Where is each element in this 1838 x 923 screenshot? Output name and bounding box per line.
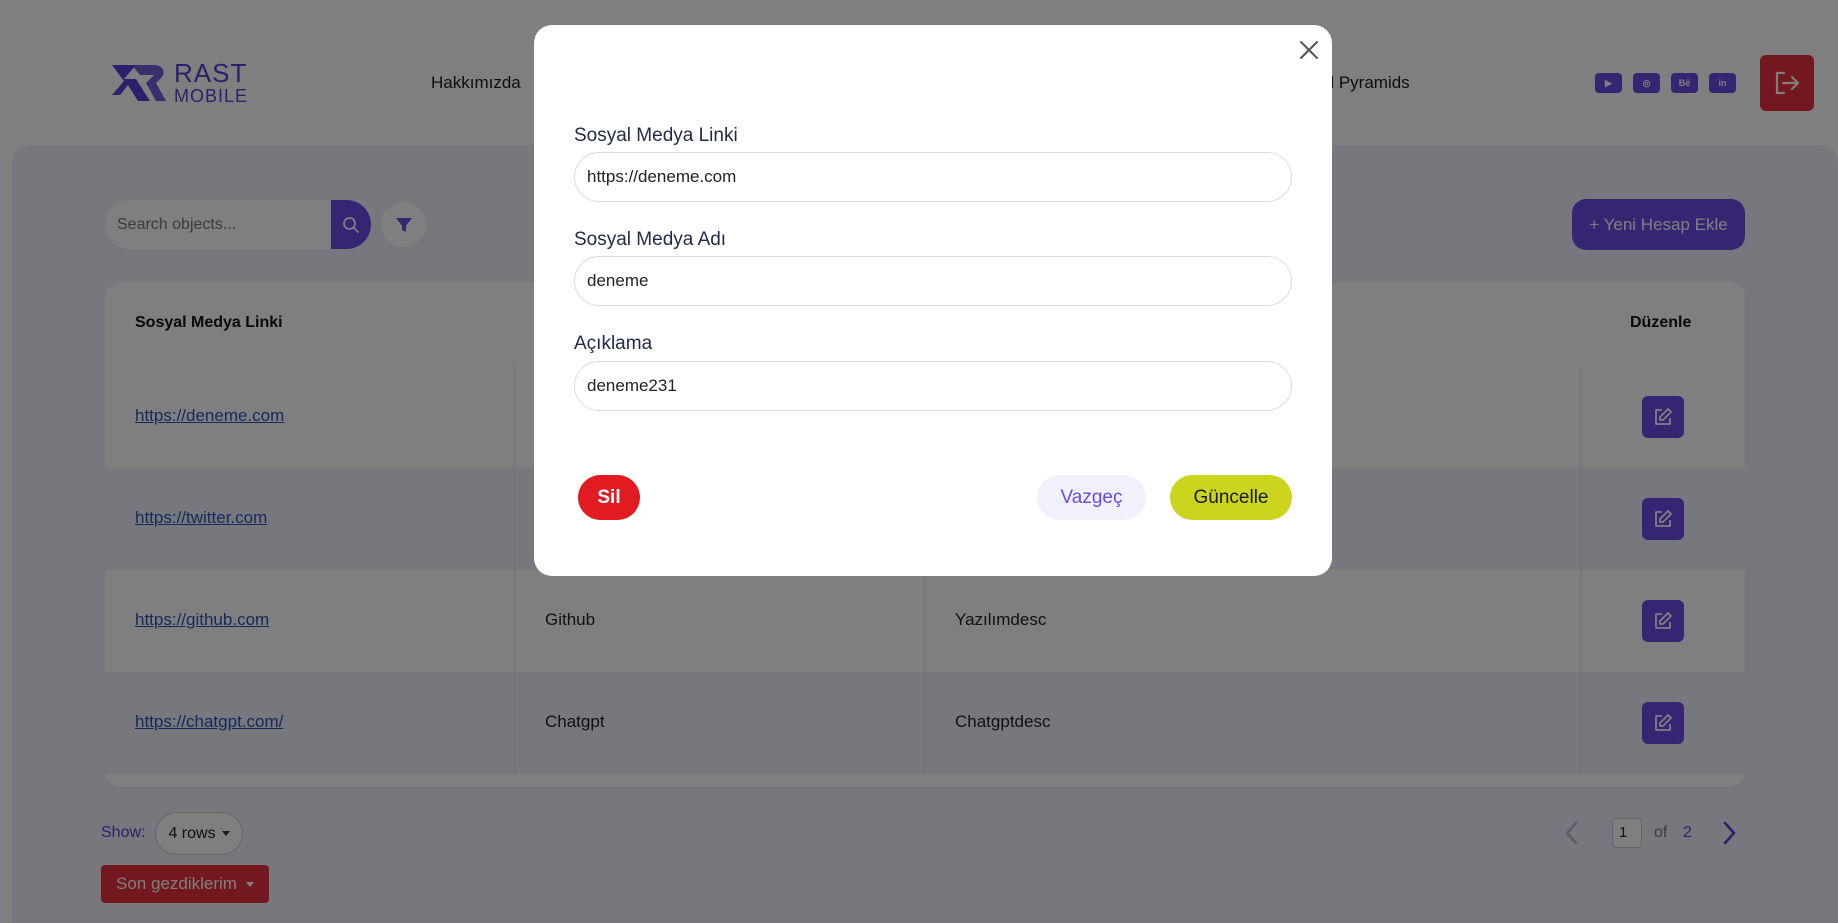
edit-social-media-modal: Sosyal Medya Linki Sosyal Medya Adı Açık… — [534, 25, 1332, 576]
social-link-label: Sosyal Medya Linki — [574, 125, 738, 146]
social-name-input[interactable] — [574, 256, 1292, 306]
close-button[interactable] — [1296, 37, 1322, 63]
update-button[interactable]: Güncelle — [1170, 475, 1292, 520]
close-icon — [1300, 41, 1318, 59]
delete-button[interactable]: Sil — [578, 475, 640, 520]
description-label: Açıklama — [574, 333, 653, 354]
social-link-input[interactable] — [574, 152, 1292, 202]
social-name-label: Sosyal Medya Adı — [574, 229, 727, 250]
cancel-button[interactable]: Vazgeç — [1037, 475, 1146, 520]
description-input[interactable] — [574, 361, 1292, 411]
